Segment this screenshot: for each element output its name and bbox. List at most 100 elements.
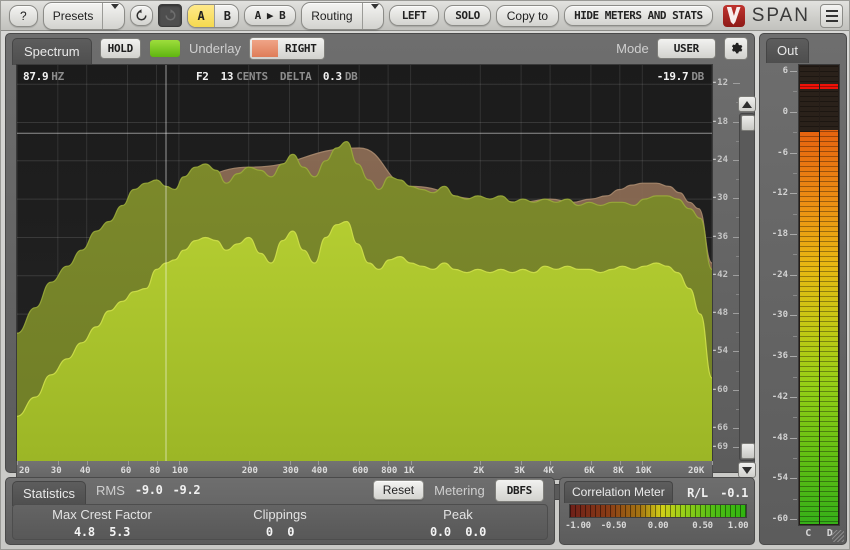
copy-to-button[interactable]: Copy to [496,5,559,27]
tab-spectrum[interactable]: Spectrum [12,38,92,65]
freq-tick [411,461,412,465]
spectrum-graph[interactable]: 87.9HZ F2 13CENTS DELTA 0.3DB -19.7DB [16,64,713,462]
db-tick-label: -66 [712,423,728,433]
freq-tick-label: 60 [121,466,132,476]
meter-tick [790,193,797,194]
db-tick-label: -12 [712,78,728,88]
meter-tick [790,397,797,398]
freq-tick [179,461,180,465]
presets-dropdown-button[interactable] [102,3,124,29]
meter-tick [790,275,797,276]
arrow-up-icon [742,101,752,108]
freq-tick [249,461,250,465]
redo-arrow-icon [164,9,177,22]
routing-button[interactable]: Routing [302,5,361,27]
gear-icon [730,42,743,55]
mode-label: Mode [616,41,649,56]
correlation-rl-label: R/L [687,486,708,500]
statistics-values: Max Crest Factor 4.8 5.3 Clippings 0 0 P… [12,504,548,540]
freq-tick [87,461,88,465]
output-meter-scale: 60-6-12-18-24-30-36-42-48-54-60 [764,64,798,526]
metering-mode-button[interactable]: DBFS [495,479,544,502]
statistics-panel: Statistics RMS -9.0 -9.2 Reset Metering … [5,477,555,545]
spectrum-plot [17,65,712,461]
stat-value-right: 0.0 [465,525,486,539]
db-tick-label: -24 [712,155,728,165]
underlay-label: Underlay [189,41,241,56]
underlay-color-swatch[interactable] [252,40,278,57]
freq-tick-label: 3K [514,466,525,476]
meter-stripes-c [800,66,819,524]
stat-cell: Clippings 0 0 [191,505,369,539]
undo-arrow-icon [135,9,148,22]
meter-tick-label: -60 [772,514,788,524]
meter-tick-minor [793,417,797,418]
presets-button[interactable]: Presets [44,5,103,27]
undo-button[interactable] [130,5,153,26]
tab-correlation-meter[interactable]: Correlation Meter [564,481,673,503]
hold-button[interactable]: HOLD [100,38,141,59]
statistics-header-row: Statistics RMS -9.0 -9.2 Reset Metering … [6,478,554,502]
freq-tick [318,461,319,465]
freq-tick [157,461,158,465]
correlation-tick-label: 0.00 [648,521,668,531]
db-tick-label: -48 [712,308,728,318]
db-tick-label: -36 [712,232,728,242]
meter-tick-minor [793,91,797,92]
freq-tick [58,461,59,465]
correlation-rl-value: -0.1 [720,486,748,500]
meter-tick-minor [793,132,797,133]
redo-button[interactable] [158,4,183,27]
settings-button[interactable] [724,37,748,60]
routing-dropdown-button[interactable] [362,3,384,29]
meter-tick [790,356,797,357]
vertical-scroll-thumb-top[interactable] [741,115,755,131]
stat-value-right: 0 [287,525,294,539]
left-channel-button[interactable]: LEFT [389,5,440,26]
graph-vertical-scrollbar[interactable] [738,96,756,478]
underlay-channel-selector[interactable]: RIGHT [249,37,325,60]
rms-value-right: -9.2 [173,483,201,497]
meter-tick-label: -42 [772,392,788,402]
tab-statistics[interactable]: Statistics [12,481,86,506]
freq-tick [388,461,389,465]
mode-value-button[interactable]: USER [657,38,716,59]
freq-tick-label: 10K [635,466,651,476]
window-resize-grip[interactable] [832,530,844,542]
freq-tick-label: 400 [311,466,327,476]
preset-b-button[interactable]: B [214,5,239,27]
scroll-up-button[interactable] [738,96,756,112]
stat-value-left: 0.0 [430,525,451,539]
vertical-scroll-thumb-bottom[interactable] [741,443,755,459]
preset-a-button[interactable]: A [188,5,213,27]
freq-tick [712,461,713,465]
tab-out[interactable]: Out [766,38,809,63]
scroll-down-button[interactable] [738,462,756,478]
menu-button[interactable] [820,4,843,28]
meter-tick-minor [793,336,797,337]
correlation-tick-label: -1.00 [565,521,591,531]
copy-a-to-b-button[interactable]: A ▶ B [244,5,297,26]
presets-group[interactable]: Presets [43,2,125,30]
meter-channel-label-c: C [798,528,819,539]
db-tick-label: -30 [712,193,728,203]
help-button[interactable]: ? [9,5,38,27]
meter-tick-label: -48 [772,433,788,443]
meter-tick-label: -6 [777,148,788,158]
reset-button[interactable]: Reset [373,480,424,500]
meter-tick-minor [793,499,797,500]
meter-tick-minor [793,295,797,296]
routing-group[interactable]: Routing [301,2,384,30]
hold-color-swatch[interactable] [149,39,181,58]
freq-tick-label: 600 [352,466,368,476]
correlation-scale: -1.00-0.500.000.501.00 [569,521,747,535]
stat-values: 4.8 5.3 [13,523,191,541]
freq-tick-label: 20 [19,466,30,476]
ab-compare-group[interactable]: A B [187,4,238,28]
meter-tick-minor [793,458,797,459]
meter-tick-label: -30 [772,310,788,320]
hide-meters-and-stats-button[interactable]: HIDE METERS AND STATS [564,5,713,26]
solo-button[interactable]: SOLO [444,5,491,26]
span-plugin-window: ? Presets A B A ▶ B Routing [0,0,850,550]
vertical-scroll-track[interactable] [739,113,755,461]
